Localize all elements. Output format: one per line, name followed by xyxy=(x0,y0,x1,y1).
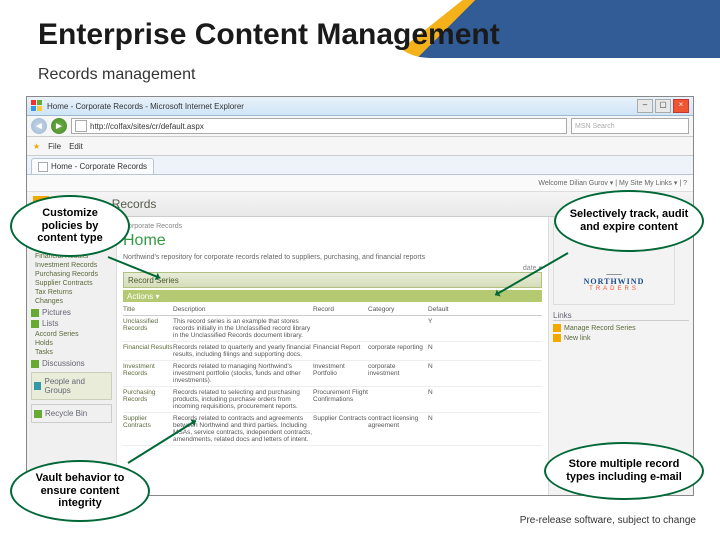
links-header: Links xyxy=(553,311,689,321)
nav-group-pictures[interactable]: Pictures xyxy=(31,308,112,317)
nav-link[interactable]: Tax Returns xyxy=(31,288,112,297)
welcome-text[interactable]: Welcome Dilian Gurov ▾ | My Site My Link… xyxy=(538,179,687,187)
actions-menu[interactable]: Actions ▾ xyxy=(123,290,542,302)
table-row[interactable]: Investment RecordsRecords related to man… xyxy=(123,361,542,387)
min-button[interactable]: – xyxy=(637,99,653,113)
pics-icon xyxy=(31,309,39,317)
recycle-bin[interactable]: Recycle Bin xyxy=(31,404,112,423)
col-desc[interactable]: Description xyxy=(173,306,313,313)
tab-label: Home - Corporate Records xyxy=(51,162,147,171)
callout-vault-behavior: Vault behavior to ensure content integri… xyxy=(10,460,150,522)
nav-link[interactable]: Supplier Contracts xyxy=(31,279,112,288)
callout-customize-policies: Customize policies by content type xyxy=(10,195,130,257)
brand-name: NORTHWIND xyxy=(584,277,645,286)
table-row[interactable]: Unclassified RecordsThis record series i… xyxy=(123,316,542,342)
link-item[interactable]: New link xyxy=(553,333,689,343)
forward-button[interactable]: ► xyxy=(51,118,67,134)
callout-track-audit-expire: Selectively track, audit and expire cont… xyxy=(554,190,704,252)
people-icon xyxy=(34,382,41,390)
nav-link[interactable]: Changes xyxy=(31,297,112,306)
nav-group-discussions[interactable]: Discussions xyxy=(31,359,112,368)
link-item[interactable]: Manage Record Series xyxy=(553,323,689,333)
search-box[interactable]: MSN Search xyxy=(571,118,689,134)
home-heading: Home xyxy=(123,232,542,250)
lists-icon xyxy=(31,320,39,328)
nav-link[interactable]: Tasks xyxy=(31,348,112,357)
window-title-text: Home - Corporate Records - Microsoft Int… xyxy=(47,102,244,111)
col-default[interactable]: Default xyxy=(428,306,463,313)
nav-link[interactable]: Accord Series xyxy=(31,330,112,339)
nav-group-lists[interactable]: Lists xyxy=(31,319,112,328)
col-record[interactable]: Record xyxy=(313,306,368,313)
close-button[interactable]: × xyxy=(673,99,689,113)
left-nav: Documents Audit Reports Emails Financial… xyxy=(27,217,117,496)
page-subtitle: Records management xyxy=(38,66,195,84)
record-series-bar: Record Series xyxy=(123,272,542,288)
footnote: Pre-release software, subject to change xyxy=(520,515,696,526)
main-content: Corporate Records Home Northwind's repos… xyxy=(117,217,548,496)
sharepoint-topbar: Welcome Dilian Gurov ▾ | My Site My Link… xyxy=(27,175,693,192)
window-titlebar: Home - Corporate Records - Microsoft Int… xyxy=(27,97,693,116)
slide: Enterprise Content Management Records ma… xyxy=(0,0,720,540)
window-buttons: – ▢ × xyxy=(637,99,689,113)
browser-nav: ◄ ► http://colfax/sites/cr/default.aspx … xyxy=(27,116,693,137)
brand-sub: TRADERS xyxy=(589,286,639,292)
browser-window: Home - Corporate Records - Microsoft Int… xyxy=(26,96,694,496)
link-icon xyxy=(553,324,561,332)
browser-tabs: Home - Corporate Records xyxy=(27,156,693,175)
address-bar[interactable]: http://colfax/sites/cr/default.aspx xyxy=(71,118,567,134)
table-row[interactable]: Purchasing RecordsRecords related to sel… xyxy=(123,387,542,413)
recycle-icon xyxy=(34,410,42,418)
col-category[interactable]: Category xyxy=(368,306,428,313)
link-icon xyxy=(553,334,561,342)
table-row[interactable]: Supplier ContractsRecords related to con… xyxy=(123,413,542,446)
page-icon xyxy=(38,162,48,172)
max-button[interactable]: ▢ xyxy=(655,99,671,113)
nav-group-people[interactable]: People and Groups xyxy=(31,372,112,400)
col-title[interactable]: Title xyxy=(123,306,173,313)
description: Northwind's repository for corporate rec… xyxy=(123,254,542,261)
table-row[interactable]: Financial ResultsRecords related to quar… xyxy=(123,342,542,361)
menu-file[interactable]: File xyxy=(48,142,61,151)
nav-link[interactable]: Purchasing Records xyxy=(31,270,112,279)
menu-edit[interactable]: Edit xyxy=(69,142,83,151)
page-title: Enterprise Content Management xyxy=(38,18,500,52)
disc-icon xyxy=(31,360,39,368)
browser-tab[interactable]: Home - Corporate Records xyxy=(31,158,154,174)
back-button[interactable]: ◄ xyxy=(31,118,47,134)
breadcrumb[interactable]: Corporate Records xyxy=(123,223,542,230)
windows-icon xyxy=(31,100,43,112)
fav-star-icon[interactable]: ★ xyxy=(33,142,40,151)
browser-menu: ★ File Edit xyxy=(27,137,693,156)
callout-multiple-record-types: Store multiple record types including e-… xyxy=(544,442,704,500)
page-icon xyxy=(75,120,87,132)
search-placeholder: MSN Search xyxy=(575,123,615,130)
table-header: Title Description Record Category Defaul… xyxy=(123,304,542,316)
nav-link[interactable]: Investment Records xyxy=(31,261,112,270)
address-text: http://colfax/sites/cr/default.aspx xyxy=(90,122,204,131)
nav-link[interactable]: Holds xyxy=(31,339,112,348)
